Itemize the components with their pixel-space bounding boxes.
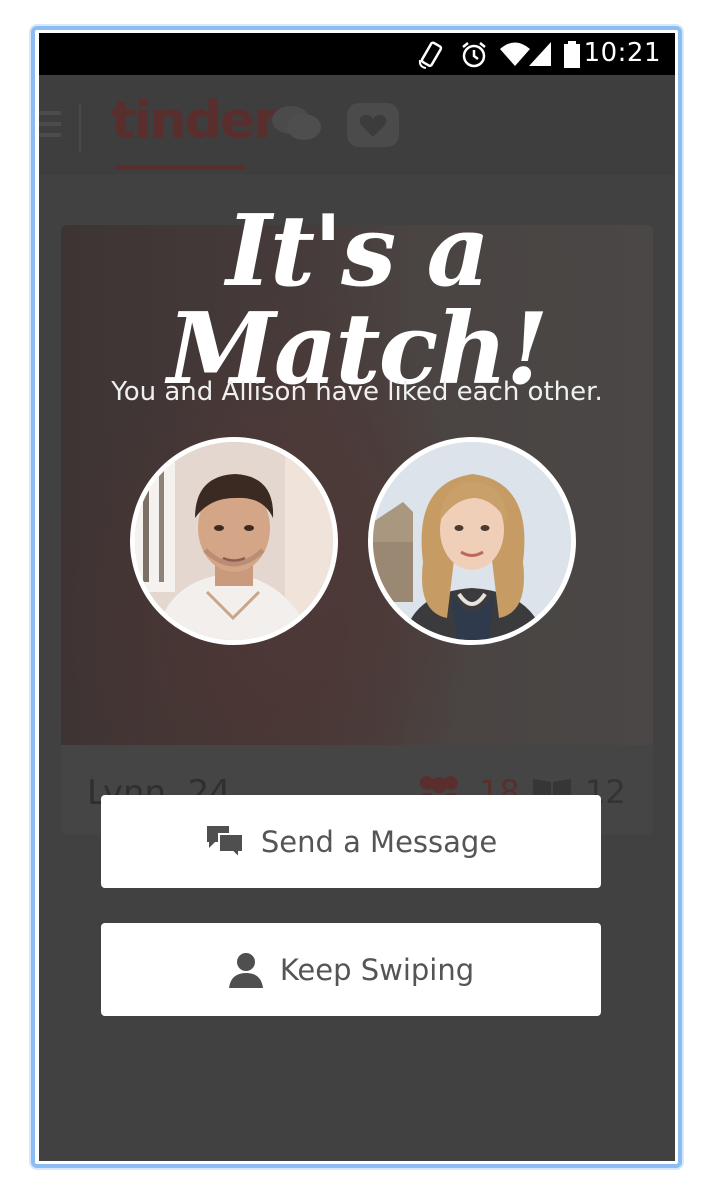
female-portrait (373, 442, 571, 640)
alarm-icon (462, 42, 486, 68)
cell-signal-icon (529, 42, 551, 66)
send-message-label: Send a Message (260, 824, 498, 859)
header-divider (79, 103, 81, 153)
tinder-logo: tinder (111, 91, 279, 151)
keep-swiping-button[interactable]: Keep Swiping (101, 923, 601, 1016)
phone-screen: 10:21 tinder Lynn, 24 18 12 It's a Match… (39, 33, 675, 1161)
match-subtitle: You and Allison have liked each other. (111, 377, 603, 407)
app-header: tinder (39, 75, 675, 175)
person-icon (228, 951, 264, 989)
match-avatar (368, 437, 576, 645)
heart-icon (347, 103, 399, 147)
match-title: It's a Match! (167, 194, 548, 407)
status-bar: 10:21 (39, 33, 675, 75)
status-time: 10:21 (583, 38, 661, 68)
battery-icon (564, 41, 580, 68)
menu-icon (39, 111, 61, 137)
chat-bubbles-icon (205, 824, 245, 860)
send-message-button[interactable]: Send a Message (101, 795, 601, 888)
keep-swiping-label: Keep Swiping (279, 952, 475, 987)
my-avatar (130, 437, 338, 645)
chat-icon (272, 106, 321, 140)
male-portrait (135, 442, 333, 640)
rotate-icon (418, 41, 443, 69)
tab-indicator (115, 165, 245, 170)
